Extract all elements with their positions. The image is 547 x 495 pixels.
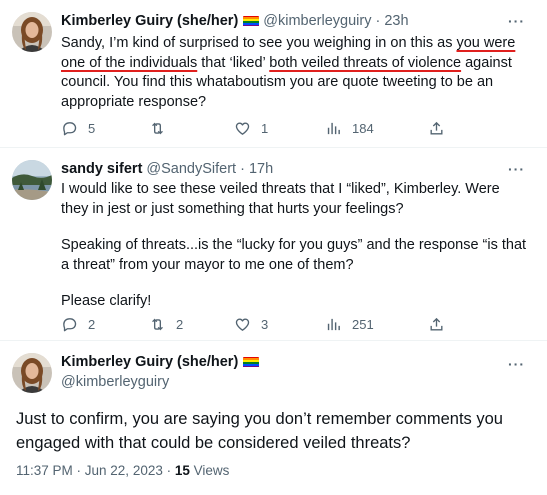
views-count: 15 [174,463,190,478]
rainbow-flag-icon [243,356,260,368]
retweet-button[interactable]: 2 [149,316,183,333]
avatar[interactable] [12,160,52,200]
views-icon [327,122,340,135]
views-button[interactable]: 184 [325,120,374,137]
more-options-icon[interactable]: ··· [508,356,525,372]
like-button[interactable]: 3 [234,316,268,333]
tweet-meta: 11:37 PM · Jun 22, 2023 · 15 Views [16,463,229,478]
timestamp[interactable]: 11:37 PM · Jun 22, 2023 · [16,463,175,478]
underlined-text: both veiled threats of violence [269,54,462,71]
heart-icon [235,122,250,135]
author-name[interactable]: Kimberley Guiry (she/her) [61,354,238,370]
views-label: Views [189,463,230,478]
more-options-icon[interactable]: ··· [508,161,525,177]
retweet-icon [152,122,163,135]
tweet-text: Sandy, I’m kind of surprised to see you … [61,35,516,110]
author-handle[interactable]: @SandySifert [146,161,236,177]
author-handle[interactable]: @kimberleyguiry [61,374,169,390]
tweet-paragraph: I would like to see these veiled threats… [61,181,500,217]
share-icon [430,317,443,331]
like-button[interactable]: 1 [234,120,268,137]
more-options-icon[interactable]: ··· [508,13,525,29]
reply-button[interactable]: 5 [61,120,95,137]
reply-icon [63,318,77,332]
share-icon [430,121,443,135]
views-count: 251 [352,317,374,332]
timestamp[interactable]: 17h [249,161,273,177]
like-count: 3 [261,317,269,332]
author-name[interactable]: Kimberley Guiry (she/her) [61,13,238,29]
tweet-text: Just to confirm, you are saying you don’… [16,410,503,452]
views-icon [327,318,340,331]
timestamp[interactable]: 23h [384,13,408,29]
reply-count: 5 [88,121,96,136]
views-button[interactable]: 251 [325,316,374,333]
separator-dot: · [240,161,245,177]
tweet[interactable]: Kimberley Guiry (she/her) @kimberleyguir… [0,0,547,148]
tweet[interactable]: sandy sifert @SandySifert · 17h ··· I wo… [0,148,547,341]
action-bar: 5 1 184 [61,120,451,140]
separator-dot: · [375,13,381,29]
share-button[interactable] [428,120,445,137]
reply-count: 2 [88,317,96,332]
tweet-text: I would like to see these veiled threats… [61,180,531,312]
share-button[interactable] [428,316,445,333]
heart-icon [235,318,250,331]
tweet-paragraph: Please clarify! [61,293,152,309]
focused-tweet[interactable]: Kimberley Guiry (she/her) @kimberleyguir… [0,341,547,495]
reply-button[interactable]: 2 [61,316,95,333]
author-handle[interactable]: @kimberleyguiry [263,13,371,29]
retweet-count: 2 [176,317,184,332]
rainbow-flag-icon [243,15,260,27]
reply-icon [63,122,77,136]
tweet-paragraph: Speaking of threats...is the “lucky for … [61,237,527,273]
retweet-button[interactable] [149,120,176,137]
author-name[interactable]: sandy sifert [61,161,142,177]
avatar[interactable] [12,12,52,52]
views-count: 184 [352,121,374,136]
like-count: 1 [261,121,269,136]
retweet-icon [152,318,163,331]
avatar[interactable] [12,353,52,393]
action-bar: 2 2 3 251 [61,316,451,336]
